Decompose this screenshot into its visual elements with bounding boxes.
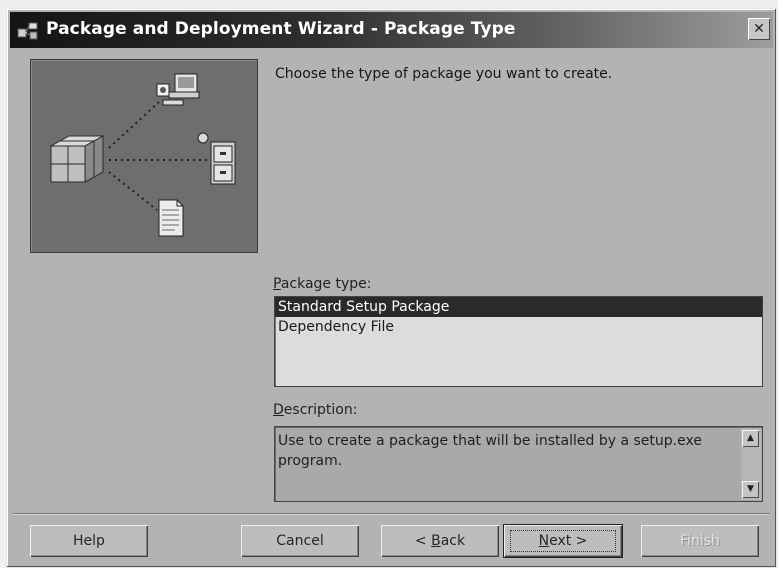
instruction-text: Choose the type of package you want to c… [275,66,613,82]
button-separator [13,513,770,515]
scroll-down-button[interactable]: ▼ [742,481,759,498]
list-item-standard-setup-package[interactable]: Standard Setup Package [275,297,762,317]
description-scrollbar[interactable]: ▲ ▼ [741,428,761,500]
package-type-label-text: ackage type: [280,276,372,292]
scroll-up-arrow-icon: ▲ [747,433,754,443]
help-button-label: Help [73,533,105,549]
document-icon [158,199,184,237]
close-button[interactable]: ✕ [748,18,770,40]
back-button-prefix: < [414,533,432,549]
package-box-icon [49,135,105,183]
back-button[interactable]: < Back [381,525,499,557]
window-title: Package and Deployment Wizard - Package … [46,19,516,39]
file-cabinet-icon [197,132,236,185]
finish-button-label: Finish [680,533,720,549]
description-text: Use to create a package that will be ins… [278,433,702,469]
next-button[interactable]: Next > [503,524,623,558]
title-bar[interactable]: Package and Deployment Wizard - Package … [10,12,773,48]
close-icon: ✕ [753,21,765,37]
package-wizard-icon [17,22,38,40]
description-accelerator: D [273,402,284,418]
scroll-up-button[interactable]: ▲ [742,430,759,447]
wizard-dialog: Package and Deployment Wizard - Package … [6,8,777,568]
dotted-connectors [108,101,207,211]
package-type-list[interactable]: Standard Setup Package Dependency File [274,296,763,387]
back-button-label: ack [440,533,466,549]
back-button-accelerator: B [431,533,441,549]
finish-button[interactable]: Finish [641,525,759,557]
package-type-accelerator: P [273,276,281,292]
wizard-illustration [30,59,258,253]
cancel-button[interactable]: Cancel [241,525,359,557]
cancel-button-label: Cancel [276,533,324,549]
package-type-label: Package type: [273,276,372,292]
description-label: Description: [273,402,357,418]
next-button-focus-rect [510,530,616,552]
help-button[interactable]: Help [30,525,148,557]
computer-icon [156,73,200,106]
scroll-down-arrow-icon: ▼ [747,484,754,494]
description-label-text: escription: [283,402,358,418]
description-box: Use to create a package that will be ins… [274,426,763,502]
list-item-dependency-file[interactable]: Dependency File [275,317,762,337]
